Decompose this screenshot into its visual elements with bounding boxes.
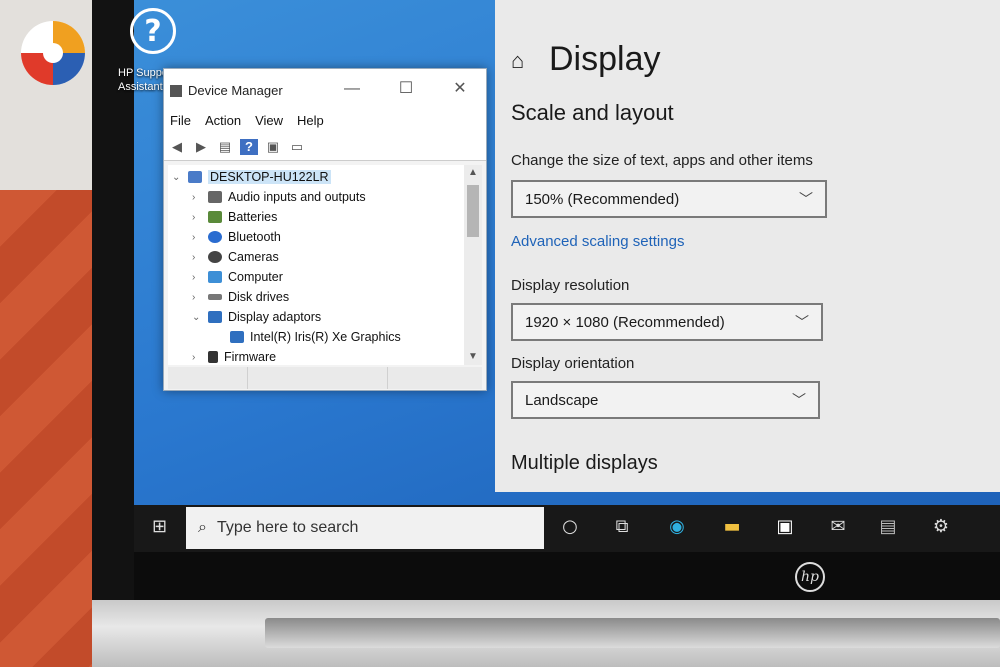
tree-item-disk-drives[interactable]: › Disk drives (192, 287, 289, 307)
update-driver-icon[interactable]: ▣ (264, 139, 282, 155)
section-heading-multiple: Multiple displays (511, 452, 658, 474)
battery-icon (208, 211, 222, 223)
tree-item-computer[interactable]: › Computer (192, 267, 283, 287)
maximize-icon[interactable]: ☐ (390, 77, 422, 101)
chevron-down-icon: ﹀ (792, 392, 806, 408)
chevron-right-icon[interactable]: › (192, 232, 202, 243)
chevron-down-icon[interactable]: ⌄ (172, 172, 182, 183)
advanced-scaling-link[interactable]: Advanced scaling settings (511, 233, 684, 250)
display-adapter-icon (230, 331, 244, 343)
hp-logo: hp (795, 562, 825, 592)
chevron-down-icon: ﹀ (799, 191, 813, 207)
monitor-icon (208, 271, 222, 283)
task-view-icon[interactable]: ⧉ (610, 515, 634, 539)
properties-icon[interactable]: ▤ (216, 139, 234, 155)
help-book-icon[interactable]: ? (240, 138, 258, 155)
scroll-up-icon[interactable]: ▲ (464, 165, 482, 181)
store-icon[interactable]: ▣ (773, 515, 797, 539)
device-tree: ⌄ DESKTOP-HU122LR › Audio inputs and out… (168, 165, 468, 365)
menu-action[interactable]: Action (205, 113, 241, 133)
chevron-right-icon[interactable]: › (192, 252, 202, 263)
scroll-down-icon[interactable]: ▼ (464, 349, 482, 365)
device-manager-app-icon (170, 85, 182, 97)
windows-start-icon[interactable]: ⊞ (152, 516, 172, 537)
status-cell (248, 367, 388, 389)
page-title: Display (549, 40, 661, 78)
tree-item-computer-root[interactable]: ⌄ DESKTOP-HU122LR (172, 167, 331, 187)
minimize-icon[interactable]: — (336, 77, 368, 101)
resolution-dropdown[interactable]: 1920 × 1080 (Recommended) ﹀ (511, 303, 823, 341)
menu-bar: File Action View Help (164, 113, 486, 133)
orientation-dropdown[interactable]: Landscape ﹀ (511, 381, 820, 419)
edge-browser-icon[interactable]: ◉ (665, 515, 689, 539)
tree-item-firmware[interactable]: › Firmware (192, 347, 276, 365)
device-manager-window: Device Manager — ☐ ✕ File Action View He… (163, 68, 487, 391)
scale-dropdown-value: 150% (Recommended) (525, 190, 680, 208)
search-icon: ⌕ (198, 519, 207, 536)
menu-file[interactable]: File (170, 113, 191, 133)
camera-icon (208, 251, 222, 263)
display-adapter-icon (208, 311, 222, 323)
cortana-icon[interactable]: ○ (558, 515, 582, 539)
resolution-label: Display resolution (511, 277, 630, 294)
back-arrow-icon[interactable]: ◀ (168, 139, 186, 155)
menu-view[interactable]: View (255, 113, 283, 133)
window-title: Device Manager (188, 83, 283, 98)
forward-arrow-icon[interactable]: ▶ (192, 139, 210, 155)
laptop-hinge (265, 618, 1000, 648)
orientation-dropdown-value: Landscape (525, 391, 599, 409)
device-manager-taskbar-icon[interactable]: ▤ (876, 515, 900, 539)
chevron-right-icon[interactable]: › (192, 292, 202, 303)
help-icon[interactable]: ? (130, 8, 176, 54)
watermark-logo-icon (21, 21, 85, 85)
computer-icon (188, 171, 202, 183)
status-cell (388, 367, 482, 389)
settings-gear-icon[interactable]: ⚙ (929, 515, 953, 539)
chevron-right-icon[interactable]: › (192, 192, 202, 203)
chevron-right-icon[interactable]: › (192, 272, 202, 283)
speaker-icon (208, 191, 222, 203)
taskbar-search-box[interactable]: ⌕ Type here to search (186, 507, 544, 549)
scale-label: Change the size of text, apps and other … (511, 152, 813, 169)
mail-icon[interactable]: ✉ (826, 515, 850, 539)
menu-help[interactable]: Help (297, 113, 324, 133)
chevron-down-icon: ﹀ (795, 314, 809, 330)
chevron-right-icon[interactable]: › (192, 212, 202, 223)
resolution-dropdown-value: 1920 × 1080 (Recommended) (525, 313, 725, 331)
tree-item-display-adaptors[interactable]: ⌄ Display adaptors (192, 307, 321, 327)
disk-drive-icon (208, 294, 222, 300)
chevron-down-icon[interactable]: ⌄ (192, 312, 202, 323)
status-bar (168, 367, 482, 389)
search-placeholder: Type here to search (216, 519, 359, 536)
status-cell (168, 367, 248, 389)
tree-item-intel-graphics[interactable]: Intel(R) Iris(R) Xe Graphics (230, 327, 401, 347)
title-bar[interactable]: Device Manager — ☐ ✕ (164, 69, 486, 113)
section-heading-scale: Scale and layout (511, 100, 674, 125)
close-icon[interactable]: ✕ (444, 77, 476, 101)
tree-item-bluetooth[interactable]: › Bluetooth (192, 227, 281, 247)
vertical-scrollbar[interactable]: ▲ ▼ (464, 165, 482, 365)
tree-item-batteries[interactable]: › Batteries (192, 207, 277, 227)
toolbar: ◀ ▶ ▤ ? ▣ ▭ (164, 133, 486, 161)
chevron-right-icon[interactable]: › (192, 352, 202, 363)
firmware-chip-icon (208, 351, 218, 363)
tree-item-audio[interactable]: › Audio inputs and outputs (192, 187, 366, 207)
tree-item-cameras[interactable]: › Cameras (192, 247, 279, 267)
file-explorer-icon[interactable]: ▬ (720, 515, 744, 539)
scale-dropdown[interactable]: 150% (Recommended) ﹀ (511, 180, 827, 218)
bluetooth-icon (208, 231, 222, 243)
orientation-label: Display orientation (511, 355, 635, 372)
home-icon[interactable]: ⌂ (511, 50, 533, 72)
monitor-scan-icon[interactable]: ▭ (288, 139, 306, 155)
scroll-thumb[interactable] (467, 185, 479, 237)
screen-chin (134, 552, 1000, 600)
settings-window: ⌂ Display Scale and layout Change the si… (495, 0, 1000, 492)
